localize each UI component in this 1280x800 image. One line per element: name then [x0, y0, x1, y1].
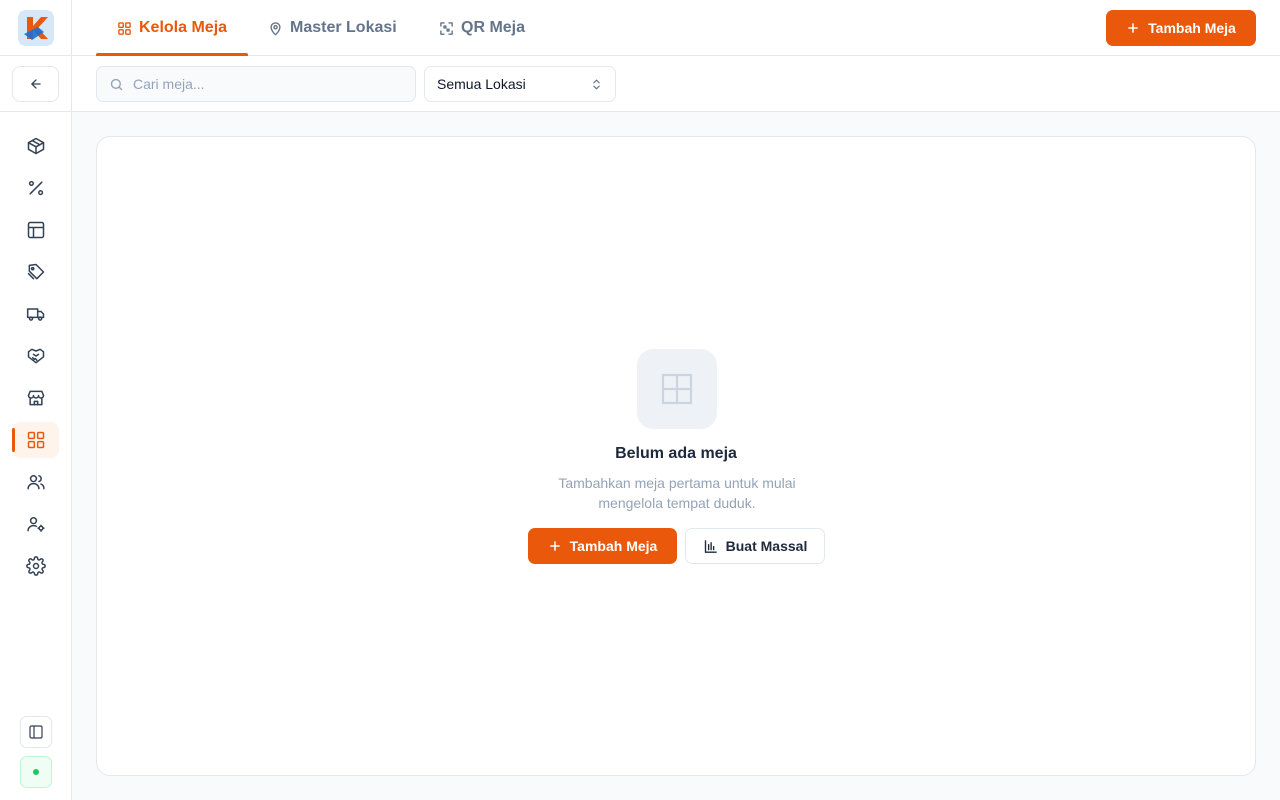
bar-chart-icon — [704, 539, 717, 553]
sidebar-item-delivery[interactable] — [12, 296, 59, 332]
app-logo[interactable] — [18, 10, 54, 46]
tab-label: Master Lokasi — [290, 19, 397, 36]
back-button[interactable] — [12, 66, 59, 102]
sidebar-item-user-settings[interactable] — [12, 506, 59, 542]
sidebar-item-partners[interactable] — [12, 338, 59, 374]
layout-icon — [27, 221, 44, 239]
sidebar — [0, 0, 72, 800]
sidebar-item-tags[interactable] — [12, 254, 59, 290]
sidebar-item-settings[interactable] — [12, 548, 59, 584]
tables-card: Belum ada meja Tambahkan meja pertama un… — [96, 136, 1256, 776]
plus-icon — [1128, 23, 1139, 33]
bulk-create-label: Buat Massal — [725, 538, 808, 554]
handshake-icon — [27, 348, 44, 364]
sidebar-divider — [0, 55, 72, 56]
online-status-dot — [33, 769, 39, 775]
percent-icon — [28, 180, 43, 196]
add-table-label: Tambah Meja — [1148, 20, 1236, 36]
users-icon — [26, 475, 45, 490]
gear-icon — [25, 556, 46, 576]
sidebar-item-tables[interactable] — [12, 422, 59, 458]
tab-kelola-meja[interactable]: Kelola Meja — [96, 0, 248, 56]
box-icon — [27, 137, 44, 155]
qr-icon — [440, 21, 453, 35]
chevron-up-down-icon — [593, 79, 600, 89]
map-pin-icon — [270, 21, 281, 35]
empty-state-icon-box — [637, 349, 717, 429]
filter-bar: Semua Lokasi — [72, 56, 1280, 112]
sidebar-item-store[interactable] — [12, 380, 59, 416]
empty-add-table-button[interactable]: Tambah Meja — [528, 528, 677, 564]
location-select-value: Semua Lokasi — [437, 76, 526, 92]
location-select[interactable]: Semua Lokasi — [424, 66, 616, 102]
search-box[interactable] — [96, 66, 416, 102]
search-icon — [110, 78, 123, 90]
sidebar-item-users[interactable] — [12, 464, 59, 500]
empty-state-title: Belum ada meja — [615, 445, 737, 462]
online-status-button[interactable] — [20, 756, 52, 788]
sidebar-toggle-icon — [29, 725, 43, 739]
sidebar-divider — [0, 111, 72, 112]
tag-icon — [27, 263, 44, 280]
sidebar-item-products[interactable] — [12, 128, 59, 164]
bulk-create-button[interactable]: Buat Massal — [685, 528, 825, 564]
store-icon — [27, 390, 44, 406]
table-grid-icon — [661, 373, 693, 405]
sidebar-item-promotions[interactable] — [12, 170, 59, 206]
grid-icon — [27, 431, 44, 449]
plus-icon — [549, 541, 560, 551]
empty-state-description: Tambahkan meja pertama untuk mulai menge… — [558, 475, 796, 511]
arrow-left-icon — [30, 79, 41, 89]
top-header: Kelola Meja Master Lokasi QR Meja Tambah… — [72, 0, 1280, 56]
tab-qr-meja[interactable]: QR Meja — [439, 0, 525, 56]
search-input[interactable] — [133, 76, 393, 92]
tab-label: QR Meja — [461, 19, 526, 36]
empty-add-table-label: Tambah Meja — [569, 538, 658, 554]
sidebar-collapse-button[interactable] — [20, 716, 52, 748]
sidebar-item-layout[interactable] — [12, 212, 59, 248]
grid-icon — [118, 21, 131, 35]
tab-master-lokasi[interactable]: Master Lokasi — [268, 0, 397, 56]
truck-icon — [26, 308, 44, 321]
tab-label: Kelola Meja — [139, 19, 228, 36]
add-table-button[interactable]: Tambah Meja — [1106, 10, 1256, 46]
user-settings-icon — [26, 517, 45, 532]
